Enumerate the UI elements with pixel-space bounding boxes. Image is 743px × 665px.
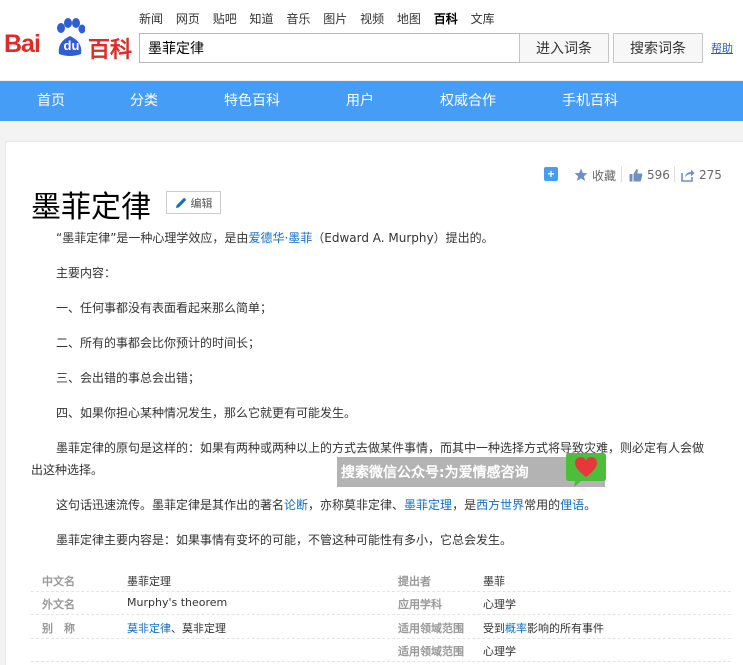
enter-entry-button[interactable]: 进入词条 (519, 33, 609, 63)
infobox-row: 外文名 Murphy's theorem 应用学科 心理学 (31, 592, 731, 615)
infobox-label-chinese-name: 中文名 (42, 575, 75, 588)
western-world-link[interactable]: 西方世界 (476, 498, 524, 512)
topnav-item-zhidao[interactable]: 知道 (250, 12, 274, 26)
intro-text: “墨菲定律”是一种心理学效应，是由 (56, 231, 249, 245)
logo-baike-text: 百科 (88, 38, 133, 63)
infobox-value-discipline[interactable]: 心理学 (483, 596, 516, 612)
page-title: 墨菲定律 (31, 190, 151, 225)
mofei-law-link[interactable]: 莫非定律 (127, 622, 171, 635)
add-plus-icon[interactable]: + (544, 167, 558, 181)
topnav-item-map[interactable]: 地图 (397, 12, 421, 26)
infobox-value-scope-2[interactable]: 心理学 (483, 643, 516, 659)
content-item-4: 四、如果你担心某种情况发生，那么它就更有可能发生。 (56, 406, 357, 420)
watermark-text: 搜索微信公众号:为爱情感咨询 (341, 465, 529, 481)
probability-link[interactable]: 概率 (505, 622, 527, 635)
topnav-item-web[interactable]: 网页 (176, 12, 200, 26)
infobox-row: 中文名 墨菲定理 提出者 墨菲 (31, 569, 731, 592)
infobox-row: 适用领域范围 心理学 (31, 639, 731, 662)
topnav-item-baike[interactable]: 百科 (434, 12, 458, 26)
help-link[interactable]: 帮助 (711, 40, 733, 56)
topnav-item-images[interactable]: 图片 (323, 12, 347, 26)
infobox-label-scope: 适用领域范围 (398, 622, 464, 635)
like-button[interactable]: 596 (629, 167, 670, 183)
topnav-item-wenku[interactable]: 文库 (471, 12, 495, 26)
lunduan-link[interactable]: 论断 (284, 498, 308, 512)
like-count: 596 (647, 168, 670, 182)
topnav-item-tieba[interactable]: 贴吧 (213, 12, 237, 26)
edit-button[interactable]: 编辑 (166, 191, 221, 214)
header: Bai du 百科 新闻 网页 贴吧 知道 音乐 图片 视频 地图 百科 文库 … (0, 0, 743, 80)
spread-text-c: ，是 (452, 498, 477, 512)
infobox-value-alias: 莫非定律、莫非定理 (127, 620, 226, 636)
heart-chat-icon (566, 453, 606, 487)
share-count: 275 (699, 168, 722, 182)
collect-label: 收藏 (592, 168, 617, 183)
nav-item-users[interactable]: 用户 (346, 81, 374, 121)
edit-label: 编辑 (190, 196, 213, 210)
share-button[interactable]: 275 (681, 167, 722, 183)
alias-rest-text: 、莫非定理 (171, 622, 226, 635)
infobox-label-discipline: 应用学科 (398, 598, 442, 611)
logo-du-text: du (63, 38, 80, 53)
pencil-icon (175, 197, 186, 208)
infobox-label-alias: 别 称 (42, 622, 75, 635)
content-item-2: 二、所有的事都会比你预计的时间长； (56, 336, 261, 350)
logo-bai-text: Bai (4, 30, 41, 58)
content-item-3: 三、会出错的事总会出错； (56, 371, 201, 385)
toolbar-divider (674, 166, 675, 182)
main-content-heading: 主要内容： (56, 266, 117, 280)
scope-text-pre: 受到 (483, 622, 505, 635)
main-nav: 首页 分类 特色百科 用户 权威合作 手机百科 (0, 81, 743, 121)
spread-text-e: 。 (584, 498, 597, 512)
nav-item-featured[interactable]: 特色百科 (224, 81, 280, 121)
spread-text-b: ，亦称莫非定律、 (308, 498, 405, 512)
content-item-1: 一、任何事都没有表面看起来那么简单； (56, 301, 273, 315)
nav-item-category[interactable]: 分类 (130, 81, 158, 121)
nav-item-mobile[interactable]: 手机百科 (562, 81, 618, 121)
slang-link[interactable]: 俚语 (560, 498, 584, 512)
search-input[interactable] (139, 33, 520, 63)
intro-text-end: （Edward A. Murphy）提出的。 (312, 231, 494, 245)
infobox-value-scope: 受到概率影响的所有事件 (483, 620, 604, 636)
infobox-value-proposer[interactable]: 墨菲 (483, 573, 505, 589)
nav-item-home[interactable]: 首页 (37, 81, 65, 121)
toolbar-divider (621, 166, 622, 182)
star-icon (574, 168, 588, 181)
original-sentence-line2: 出这种选择。 (31, 463, 104, 477)
summary-paragraph: 墨菲定律主要内容是：如果事情有变坏的可能，不管这种可能性有多小，它总会发生。 (56, 533, 513, 547)
infobox-value-chinese-name: 墨菲定理 (127, 575, 171, 588)
thumbs-up-icon (629, 169, 643, 182)
infobox-label-proposer: 提出者 (398, 575, 431, 588)
infobox-label-foreign-name: 外文名 (42, 598, 75, 611)
spread-paragraph: 这句话迅速流传。墨菲定律是其作出的著名论断，亦称莫非定律、墨菲定理，是西方世界常… (56, 494, 596, 516)
infobox-row: 别 称 莫非定律、莫非定理 适用领域范围 受到概率影响的所有事件 (31, 616, 731, 639)
murphy-theorem-link[interactable]: 墨菲定理 (404, 498, 452, 512)
search-entry-button[interactable]: 搜索词条 (613, 33, 703, 63)
nav-item-partners[interactable]: 权威合作 (440, 81, 496, 121)
topnav-item-music[interactable]: 音乐 (286, 12, 310, 26)
topnav-item-video[interactable]: 视频 (360, 12, 384, 26)
edward-murphy-link[interactable]: 爱德华·墨菲 (248, 231, 312, 245)
top-nav: 新闻 网页 贴吧 知道 音乐 图片 视频 地图 百科 文库 (139, 10, 504, 28)
spread-text-a: 这句话迅速流传。墨菲定律是其作出的著名 (56, 498, 285, 512)
infobox-value-foreign-name: Murphy's theorem (127, 596, 228, 609)
infobox-label-scope-2: 适用领域范围 (398, 645, 464, 658)
collect-button[interactable]: 收藏 (574, 167, 616, 183)
intro-paragraph: “墨菲定律”是一种心理学效应，是由爱德华·墨菲（Edward A. Murphy… (56, 227, 494, 249)
spread-text-d: 常用的 (524, 498, 561, 512)
topnav-item-news[interactable]: 新闻 (139, 12, 163, 26)
baidu-baike-logo[interactable]: Bai du 百科 (4, 18, 133, 63)
scope-text-post: 影响的所有事件 (527, 622, 604, 635)
share-icon (681, 169, 695, 182)
